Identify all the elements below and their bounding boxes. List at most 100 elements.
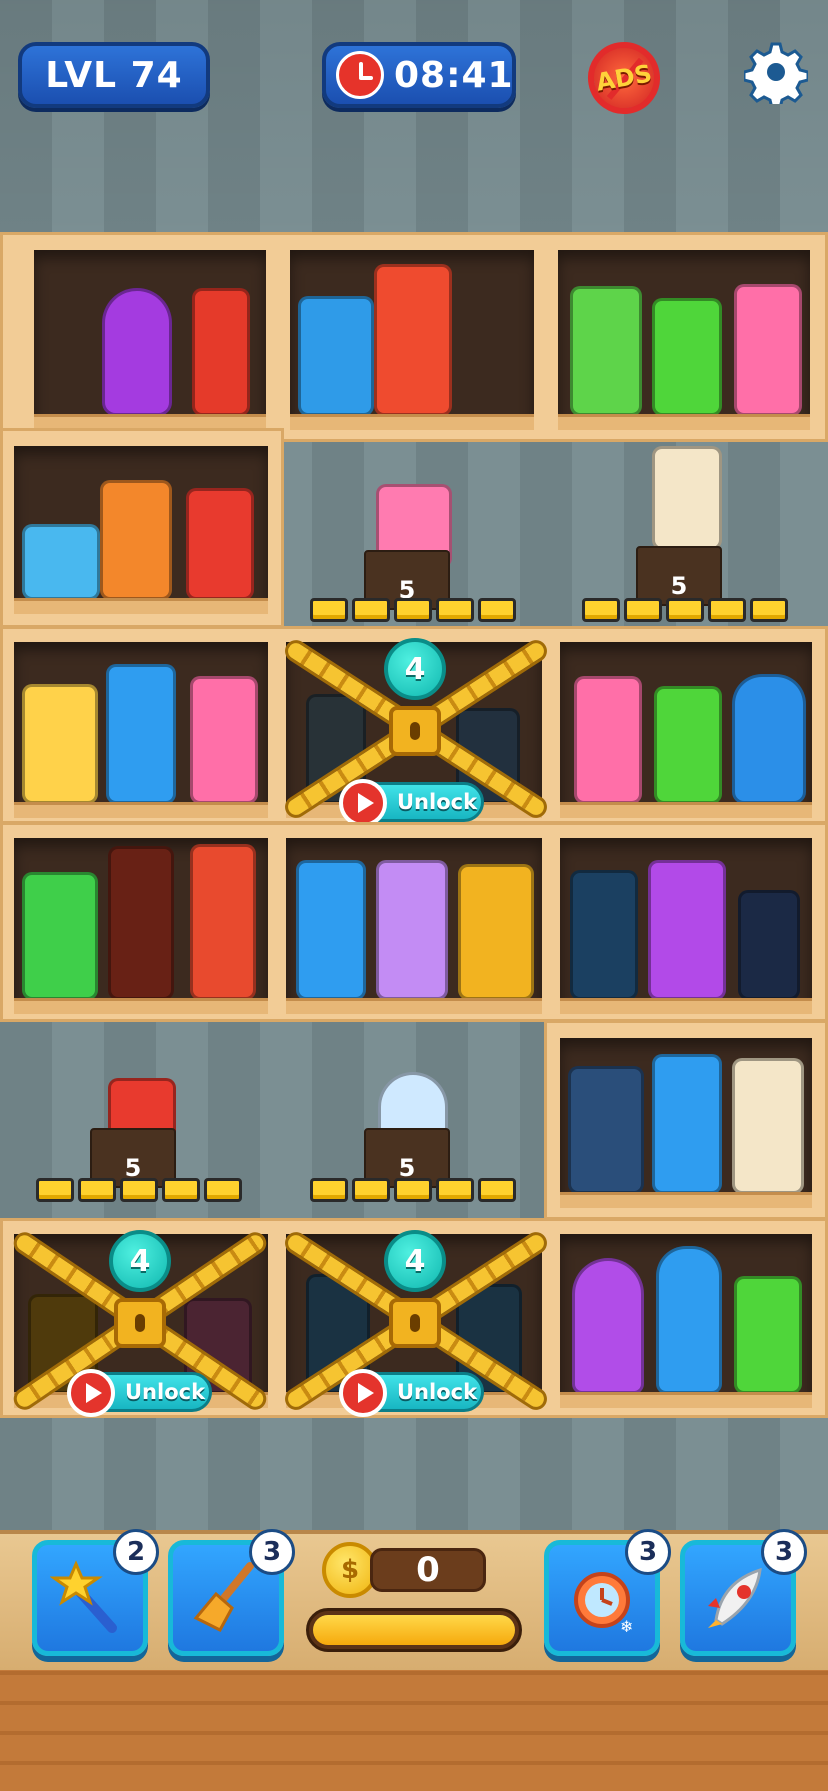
- blue-spray-bottle[interactable]: [106, 664, 176, 804]
- unlock-button[interactable]: Unlock: [339, 779, 484, 827]
- coin-progress-bar: [306, 1608, 522, 1652]
- magic-wand-booster-button[interactable]: 2: [32, 1529, 159, 1656]
- toy-piano[interactable]: [374, 264, 452, 416]
- trophy-cup[interactable]: [458, 864, 534, 1000]
- stack-progress-bar: [582, 598, 788, 622]
- shelf-slot[interactable]: [290, 250, 534, 430]
- coin-counter: 0: [370, 1548, 486, 1592]
- broom-booster-button[interactable]: 3: [168, 1529, 295, 1656]
- milk-bottle[interactable]: [652, 446, 722, 550]
- milk-bottle[interactable]: [732, 1058, 804, 1194]
- booster-count-badge: 3: [625, 1529, 671, 1575]
- booster-count-badge: 3: [249, 1529, 295, 1575]
- robot-toy[interactable]: [732, 674, 806, 804]
- shelf-slot[interactable]: [560, 1038, 812, 1208]
- green-lotion-tube[interactable]: [734, 1276, 802, 1394]
- bubble-tea-cup[interactable]: [22, 684, 98, 804]
- purple-candle[interactable]: [376, 860, 448, 1000]
- padlock-icon: [114, 1298, 166, 1348]
- freeze-clock-icon: ❄: [574, 1572, 633, 1636]
- stack-progress-bar: [36, 1178, 242, 1202]
- pink-soap-pump[interactable]: [734, 284, 802, 416]
- stack-slot[interactable]: 5: [570, 446, 802, 624]
- stack-counter: 5: [636, 546, 722, 606]
- blue-spray-bottle[interactable]: [652, 1054, 722, 1194]
- stack-progress-bar: [310, 598, 516, 622]
- coin-progress-fill: [313, 1615, 515, 1645]
- play-video-icon: [67, 1369, 115, 1417]
- pink-soap-pump[interactable]: [574, 676, 642, 804]
- stack-slot[interactable]: 5: [300, 478, 532, 624]
- level-label: LVL 74: [45, 54, 183, 96]
- unlock-count-badge: 4: [109, 1230, 171, 1292]
- shelf-slot[interactable]: [560, 1234, 812, 1408]
- shelf-slot[interactable]: [14, 446, 268, 614]
- shelf-slot[interactable]: [14, 642, 268, 818]
- stack-progress-bar: [310, 1178, 516, 1202]
- blue-spray-bottle[interactable]: [296, 860, 366, 1000]
- toaster[interactable]: [22, 524, 100, 600]
- magic-wand-icon: [50, 1560, 117, 1633]
- play-video-icon: [339, 779, 387, 827]
- chain-lock: 4 Unlock: [0, 1222, 280, 1422]
- shelf-slot[interactable]: [560, 642, 812, 818]
- level-indicator: LVL 74: [18, 42, 210, 108]
- freeze-timer-booster-button[interactable]: ❄ 3: [544, 1529, 671, 1656]
- shelf-ledge: [14, 802, 268, 818]
- timer-text: 08:41: [394, 54, 514, 96]
- shelf-slot[interactable]: [14, 838, 268, 1014]
- svg-text:❄: ❄: [620, 1617, 633, 1636]
- shelf-ledge: [14, 998, 268, 1014]
- shelf-ledge: [560, 802, 812, 818]
- shelf-area: 5 5 4 Unlock 5 5 4 Unlock 4 Unlock: [0, 232, 828, 1432]
- shelf-ledge: [558, 414, 810, 430]
- star-jar: [738, 890, 800, 1000]
- blue-soap-pump: [570, 870, 638, 1000]
- no-ads-label: ADS: [594, 59, 654, 97]
- broom-icon: [193, 1562, 254, 1632]
- nutcracker-toy: [108, 846, 174, 1000]
- shelf-ledge: [560, 1392, 812, 1408]
- shelf-ledge: [14, 598, 268, 614]
- stack-slot[interactable]: 5: [30, 1060, 262, 1206]
- green-lotion-tube[interactable]: [652, 298, 722, 416]
- green-lotion-tube[interactable]: [654, 686, 722, 804]
- play-video-icon: [339, 1369, 387, 1417]
- shelf-slot[interactable]: [34, 250, 266, 430]
- flower-pot[interactable]: [100, 480, 172, 600]
- rocket-icon: [708, 1567, 762, 1628]
- chain-lock: 4 Unlock: [270, 630, 560, 830]
- shelf-ledge: [560, 1192, 812, 1208]
- popcorn-bucket[interactable]: [186, 488, 254, 600]
- timer-display: 08:41: [322, 42, 516, 108]
- thermos-bottle[interactable]: [656, 1246, 722, 1394]
- wooden-floor: [0, 1670, 828, 1791]
- purple-book[interactable]: [648, 860, 726, 1000]
- alarm-clock-icon: [336, 51, 384, 99]
- rocket-booster-button[interactable]: 3: [680, 1529, 807, 1656]
- soda-can[interactable]: [570, 286, 642, 416]
- shelf-ledge: [290, 414, 534, 430]
- shelf-ledge: [286, 998, 542, 1014]
- settings-button[interactable]: [742, 38, 810, 106]
- shelf-slot[interactable]: [558, 250, 810, 430]
- pink-soap-pump[interactable]: [190, 676, 258, 804]
- unlock-count-badge: 4: [384, 638, 446, 700]
- unlock-count-badge: 4: [384, 1230, 446, 1292]
- plant-pot[interactable]: [22, 872, 98, 1000]
- gear-icon: [744, 42, 808, 104]
- booster-count-badge: 3: [761, 1529, 807, 1575]
- rocket-toy[interactable]: [572, 1258, 644, 1394]
- crayon-box[interactable]: [298, 296, 374, 416]
- shelf-slot[interactable]: [560, 838, 812, 1014]
- stack-slot[interactable]: 5: [300, 1060, 532, 1206]
- padlock-icon: [389, 1298, 441, 1348]
- chain-lock: 4 Unlock: [270, 1222, 560, 1422]
- unlock-button[interactable]: Unlock: [67, 1369, 212, 1417]
- matryoshka-doll[interactable]: [102, 288, 172, 416]
- shelf-slot[interactable]: [286, 838, 542, 1014]
- nutcracker-toy[interactable]: [190, 844, 256, 1000]
- ketchup-spray-bottle[interactable]: [192, 288, 250, 416]
- unlock-button[interactable]: Unlock: [339, 1369, 484, 1417]
- calculator[interactable]: [568, 1066, 644, 1194]
